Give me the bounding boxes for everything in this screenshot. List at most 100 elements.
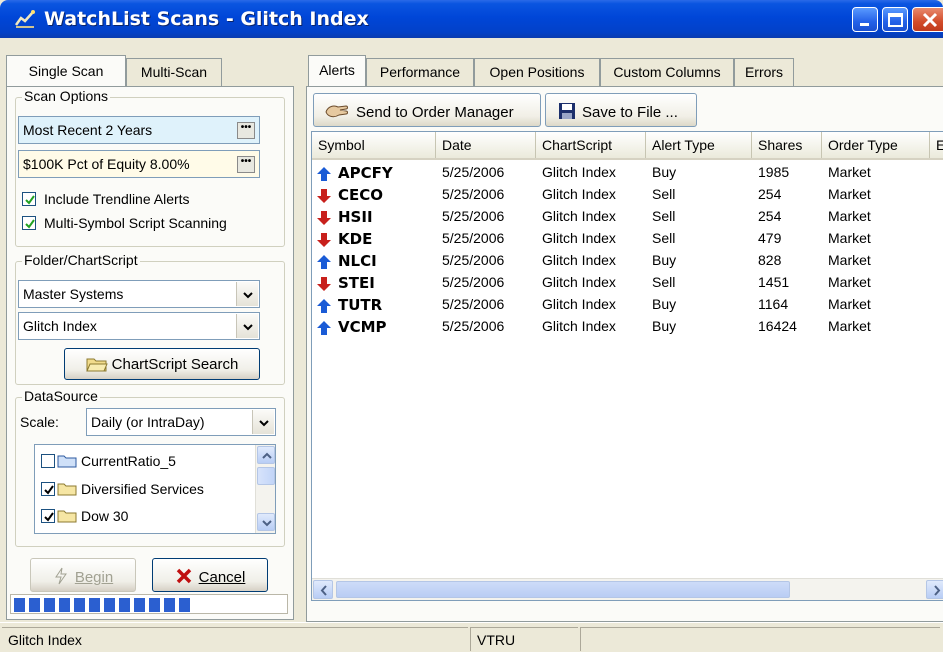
table-row[interactable]: HSII 5/25/2006 Glitch Index Sell 254 Market [312,206,943,228]
cell-date: 5/25/2006 [442,208,505,224]
column-header-more[interactable]: E [930,132,943,158]
scroll-down-button[interactable] [257,513,275,531]
datasource-label: DataSource [22,388,100,404]
status-chartscript: Glitch Index [2,627,468,651]
begin-button[interactable]: Begin [30,558,136,592]
cell-chartscript: Glitch Index [542,274,616,290]
tab-single-scan[interactable]: Single Scan [6,55,126,86]
title-bar[interactable]: WatchList Scans - Glitch Index [0,0,943,38]
list-item[interactable]: Diversified Services [41,481,204,497]
cell-shares: 1985 [758,164,790,180]
cell-date: 5/25/2006 [442,252,505,268]
tab-errors[interactable]: Errors [734,58,794,86]
scan-range-value: Most Recent 2 Years [23,122,153,138]
datasource-item-label: Dow 30 [81,508,129,524]
close-button[interactable] [912,7,943,32]
scroll-thumb[interactable] [336,581,790,598]
position-sizing-browse-button[interactable]: ••• [237,156,255,173]
cell-alert-type: Buy [652,252,677,268]
multi-symbol-checkbox[interactable]: Multi-Symbol Script Scanning [22,215,227,231]
buy-arrow-up-icon [317,167,331,181]
tab-performance[interactable]: Performance [366,58,474,86]
status-extra [580,627,940,651]
datasource-scrollbar[interactable] [255,445,275,533]
minimize-button[interactable] [852,7,878,32]
cell-chartscript: Glitch Index [542,208,616,224]
progress-block [89,598,100,612]
column-header-chartscript[interactable]: ChartScript [536,132,646,158]
cell-alert-type: Buy [652,164,677,180]
folder-dropdown[interactable]: Master Systems [18,280,260,308]
cell-chartscript: Glitch Index [542,164,616,180]
tab-custom-columns[interactable]: Custom Columns [600,58,734,86]
scroll-thumb[interactable] [257,467,275,485]
table-row[interactable]: STEI 5/25/2006 Glitch Index Sell 1451 Market [312,272,943,294]
table-row[interactable]: TUTR 5/25/2006 Glitch Index Buy 1164 Market [312,294,943,316]
datasource-list[interactable]: CurrentRatio_5 Diversified Services Dow … [34,444,276,534]
column-header-symbol[interactable]: Symbol [312,132,436,158]
cell-order-type: Market [828,274,871,290]
begin-label: Begin [74,569,114,586]
scan-range-field[interactable]: Most Recent 2 Years ••• [18,116,260,144]
scale-dropdown-button[interactable] [252,410,274,434]
send-to-order-manager-button[interactable]: Send to Order Manager [313,93,541,127]
sell-arrow-down-icon [317,189,331,203]
chevron-down-icon [243,324,253,331]
sell-arrow-down-icon [317,211,331,225]
scale-dropdown[interactable]: Daily (or IntraDay) [86,408,276,436]
scan-progress-bar [10,594,288,614]
chartscript-search-button[interactable]: ChartScript Search [64,348,260,380]
cell-shares: 16424 [758,318,797,334]
folder-icon [57,455,77,468]
cell-chartscript: Glitch Index [542,186,616,202]
grid-horizontal-scrollbar[interactable] [312,578,943,600]
scan-range-browse-button[interactable]: ••• [237,122,255,139]
tab-open-positions[interactable]: Open Positions [474,58,600,86]
table-row[interactable]: KDE 5/25/2006 Glitch Index Sell 479 Market [312,228,943,250]
position-sizing-field[interactable]: $100K Pct of Equity 8.00% ••• [18,150,260,178]
maximize-button[interactable] [882,7,908,32]
cell-alert-type: Sell [652,186,676,202]
column-header-alert-type[interactable]: Alert Type [646,132,752,158]
minimize-icon [860,23,869,26]
cell-alert-type: Buy [652,296,677,312]
left-pane: Single Scan Multi-Scan Scan Options Most… [0,38,300,622]
alerts-grid[interactable]: Symbol Date ChartScript Alert Type Share… [311,131,943,601]
table-row[interactable]: NLCI 5/25/2006 Glitch Index Buy 828 Market [312,250,943,272]
tab-multi-scan[interactable]: Multi-Scan [126,58,222,86]
table-row[interactable]: CECO 5/25/2006 Glitch Index Sell 254 Market [312,184,943,206]
cell-date: 5/25/2006 [442,274,505,290]
folder-value: Master Systems [23,286,124,302]
table-row[interactable]: APCFY 5/25/2006 Glitch Index Buy 1985 Market [312,162,943,184]
chevron-left-icon [320,585,327,596]
save-to-file-button[interactable]: Save to File ... [545,93,697,127]
scroll-left-button[interactable] [313,580,333,599]
folder-dropdown-button[interactable] [236,282,258,306]
list-item[interactable]: Dow 30 [41,508,128,524]
scroll-up-button[interactable] [257,446,275,464]
progress-block [104,598,115,612]
cell-symbol: STEI [338,274,375,292]
cell-order-type: Market [828,318,871,334]
cell-shares: 1451 [758,274,790,290]
cell-shares: 479 [758,230,782,246]
table-row[interactable]: VCMP 5/25/2006 Glitch Index Buy 16424 Market [312,316,943,338]
chartscript-dropdown[interactable]: Glitch Index [18,312,260,340]
cancel-button[interactable]: Cancel [152,558,268,592]
scroll-right-button[interactable] [926,580,943,599]
list-item[interactable]: CurrentRatio_5 [41,453,176,469]
cell-shares: 828 [758,252,782,268]
cell-symbol: CECO [338,186,384,204]
include-trendline-checkbox[interactable]: Include Trendline Alerts [22,191,190,207]
tab-alerts[interactable]: Alerts [308,55,366,86]
column-header-shares[interactable]: Shares [752,132,822,158]
checkbox-checked-icon [22,216,36,230]
cell-shares: 1164 [758,296,789,312]
column-header-order-type[interactable]: Order Type [822,132,930,158]
chartscript-dropdown-button[interactable] [236,314,258,338]
cell-order-type: Market [828,186,871,202]
position-sizing-value: $100K Pct of Equity 8.00% [23,156,190,172]
sell-arrow-down-icon [317,277,331,291]
column-header-date[interactable]: Date [436,132,536,158]
cell-order-type: Market [828,252,871,268]
